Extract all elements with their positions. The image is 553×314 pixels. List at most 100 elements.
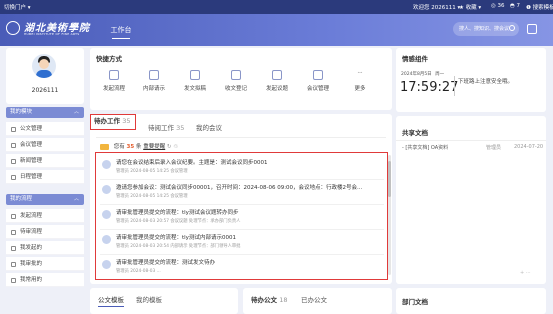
quick-meeting[interactable]: 会议管理 bbox=[302, 70, 334, 92]
item-title[interactable]: 请您在会议结束后录入会议纪要。主题是：测试会议同步0001 bbox=[116, 158, 268, 166]
avatar[interactable] bbox=[32, 54, 56, 78]
sidebar-item-start-process[interactable]: 发起流程 bbox=[6, 209, 84, 223]
module-section-label: 我的模块 bbox=[10, 109, 33, 115]
tab-divider bbox=[96, 137, 386, 138]
shared-doc-row[interactable]: - [共享文档] OA资料 管理员 2024-07-20 bbox=[402, 144, 544, 154]
refresh-icon[interactable]: ↻ ♲ bbox=[167, 144, 178, 150]
screen-icon[interactable] bbox=[527, 24, 537, 34]
news-icon bbox=[11, 158, 16, 164]
list-item[interactable]: 邀请您参加会议：测试会议同步00001，召开时间：2024-08-06 09:0… bbox=[100, 180, 384, 205]
doc-author: 管理员 bbox=[486, 145, 502, 151]
envelope-icon bbox=[100, 143, 109, 150]
emotion-widget-card: 情感组件 2024年8月5日 周一 17:59:27 下班路上注意安全哦。 bbox=[396, 48, 546, 112]
check-icon bbox=[11, 261, 16, 267]
tab-my-meetings[interactable]: 我的会议 bbox=[196, 122, 222, 132]
quick-label: 更多 bbox=[354, 86, 366, 92]
sidebar-item-label: 会议管理 bbox=[20, 142, 43, 148]
more-link[interactable]: + ··· bbox=[520, 270, 531, 276]
topic-icon bbox=[272, 70, 282, 80]
notification-count[interactable]: ◎ 36 bbox=[491, 3, 505, 9]
quick-internal-request[interactable]: 内部请示 bbox=[138, 70, 170, 92]
divider bbox=[454, 76, 455, 96]
sidebar-item-label: 我审批的 bbox=[20, 261, 43, 267]
reminder-notice: 您有 35 条 重要提醒 ↻ ♲ bbox=[100, 142, 300, 151]
user-icon bbox=[102, 160, 111, 169]
item-title[interactable]: 请审批管理员提交的流程：tly测试内部请示0001 bbox=[116, 233, 236, 241]
message-count[interactable]: ◓ 7 bbox=[510, 3, 520, 9]
profile-card: 2026111 bbox=[6, 48, 84, 104]
sidebar-item-label: 待审流程 bbox=[20, 229, 43, 235]
user-icon bbox=[102, 210, 111, 219]
tab-pending-work[interactable]: 待办工作 35 bbox=[90, 114, 136, 130]
sidebar-item-pending-process[interactable]: 待审流程 bbox=[6, 225, 84, 239]
chevron-up-icon[interactable]: ︿ bbox=[74, 107, 79, 118]
search-input[interactable]: 搜人、搜知识、搜会议 bbox=[453, 22, 519, 36]
tab-document-template[interactable]: 公文模板 bbox=[98, 294, 124, 307]
process-section-header[interactable]: 我的流程 ︿ bbox=[6, 194, 84, 205]
start-process-icon bbox=[109, 70, 119, 80]
search-placeholder: 搜人、搜知识、搜会议 bbox=[459, 26, 510, 32]
tab-done-docs[interactable]: 已办公文 bbox=[301, 294, 327, 304]
quick-draft[interactable]: 发文拟稿 bbox=[179, 70, 211, 92]
quick-label: 会议管理 bbox=[306, 86, 329, 92]
weekday-value: 周一 bbox=[435, 72, 445, 77]
item-title[interactable]: 邀请您参加会议：测试会议同步00001，召开时间：2024-08-06 09:0… bbox=[116, 183, 362, 191]
sidebar-item-label: 新闻管理 bbox=[20, 158, 43, 164]
item-title[interactable]: 请审批管理员提交的流程：测试发文待办 bbox=[116, 258, 215, 266]
sidebar-item-label: 我常用的 bbox=[20, 277, 43, 283]
sidebar-item-schedule[interactable]: 日程管理 bbox=[6, 170, 84, 184]
sidebar-item-my-approved[interactable]: 我审批的 bbox=[6, 257, 84, 271]
start-icon bbox=[11, 213, 16, 219]
user-menu[interactable]: 欢迎您 2026111 ▾ bbox=[413, 3, 460, 11]
work-card: 待办工作 35 待阅工作 35 我的会议 您有 35 条 重要提醒 ↻ ♲ 请您… bbox=[90, 114, 392, 284]
public-doc-card: 待办公文 18 已办公文 bbox=[243, 288, 392, 314]
quick-label: 收文登记 bbox=[224, 86, 247, 92]
request-icon bbox=[149, 70, 159, 80]
user-icon bbox=[102, 260, 111, 269]
dept-docs-card: 部门文档 bbox=[396, 288, 546, 314]
tab-workbench[interactable]: 工作台 bbox=[104, 20, 138, 40]
quick-receive[interactable]: 收文登记 bbox=[220, 70, 252, 92]
pending-icon bbox=[11, 229, 16, 235]
sidebar-item-document[interactable]: 公文管理 bbox=[6, 122, 84, 136]
tab-pending-docs[interactable]: 待办公文 18 bbox=[251, 294, 288, 304]
quick-topic[interactable]: 发起议题 bbox=[261, 70, 293, 92]
tab-count: 18 bbox=[279, 296, 288, 304]
portal-switch[interactable]: 切换门户 ▾ bbox=[4, 3, 31, 11]
divider bbox=[396, 140, 546, 141]
tip-text: 下班路上注意安全哦。 bbox=[458, 79, 514, 85]
star-icon bbox=[11, 277, 16, 283]
tab-to-read[interactable]: 待阅工作 35 bbox=[148, 122, 184, 132]
calendar-icon bbox=[11, 174, 16, 180]
quick-access-title: 快捷方式 bbox=[96, 55, 122, 63]
tab-label: 待办公文 bbox=[251, 296, 277, 304]
doc-date: 2024-07-20 bbox=[514, 144, 544, 150]
sidebar-item-label: 日程管理 bbox=[20, 174, 43, 180]
list-item[interactable]: 请审批管理员提交的流程：tly测试内部请示0001 管理员 2024-08-03… bbox=[100, 230, 384, 255]
list-item[interactable]: 请审批管理员提交的流程：tly测试会议题转办同步 管理员 2024-08-03 … bbox=[100, 205, 384, 230]
quick-more[interactable]: ··· 更多 bbox=[344, 70, 376, 92]
search-template-link[interactable]: ❶ 搜索模板 bbox=[526, 3, 553, 11]
module-section-header[interactable]: 我的模块 ︿ bbox=[6, 107, 84, 118]
sidebar-item-frequent[interactable]: 我常用的 bbox=[6, 273, 84, 287]
quick-access-card: 快捷方式 发起流程 内部请示 发文拟稿 收文登记 发起议题 会议管理 ··· 更多 bbox=[90, 48, 392, 110]
sidebar-item-news[interactable]: 新闻管理 bbox=[6, 154, 84, 168]
doc-title[interactable]: - [共享文档] OA资料 bbox=[402, 145, 448, 151]
tab-count: 35 bbox=[122, 117, 131, 125]
chevron-up-icon[interactable]: ︿ bbox=[74, 194, 79, 205]
sidebar-item-meeting[interactable]: 会议管理 bbox=[6, 138, 84, 152]
sidebar-item-my-started[interactable]: 我发起的 bbox=[6, 241, 84, 255]
list-item[interactable]: 请审批管理员提交的流程：测试发文待办 管理员 2024-08-03 ... bbox=[100, 255, 384, 280]
clock: 17:59:27 bbox=[400, 80, 459, 95]
tab-my-template[interactable]: 我的模板 bbox=[136, 294, 162, 304]
important-reminder-link[interactable]: 重要提醒 bbox=[143, 144, 165, 150]
work-scrollbar[interactable] bbox=[388, 155, 391, 275]
quick-start-process[interactable]: 发起流程 bbox=[98, 70, 130, 92]
item-title[interactable]: 请审批管理员提交的流程：tly测试会议题转办同步 bbox=[116, 208, 238, 216]
list-item[interactable]: 请您在会议结束后录入会议纪要。主题是：测试会议同步0001 管理员 2024-0… bbox=[100, 155, 384, 180]
date-text: 2024年8月5日 周一 bbox=[401, 71, 444, 77]
item-meta: 管理员 2024-08-03 ... bbox=[116, 269, 161, 274]
favorites-menu[interactable]: ★ 收藏 ▾ bbox=[459, 3, 481, 11]
search-icon[interactable] bbox=[509, 25, 515, 31]
user-icon bbox=[102, 235, 111, 244]
